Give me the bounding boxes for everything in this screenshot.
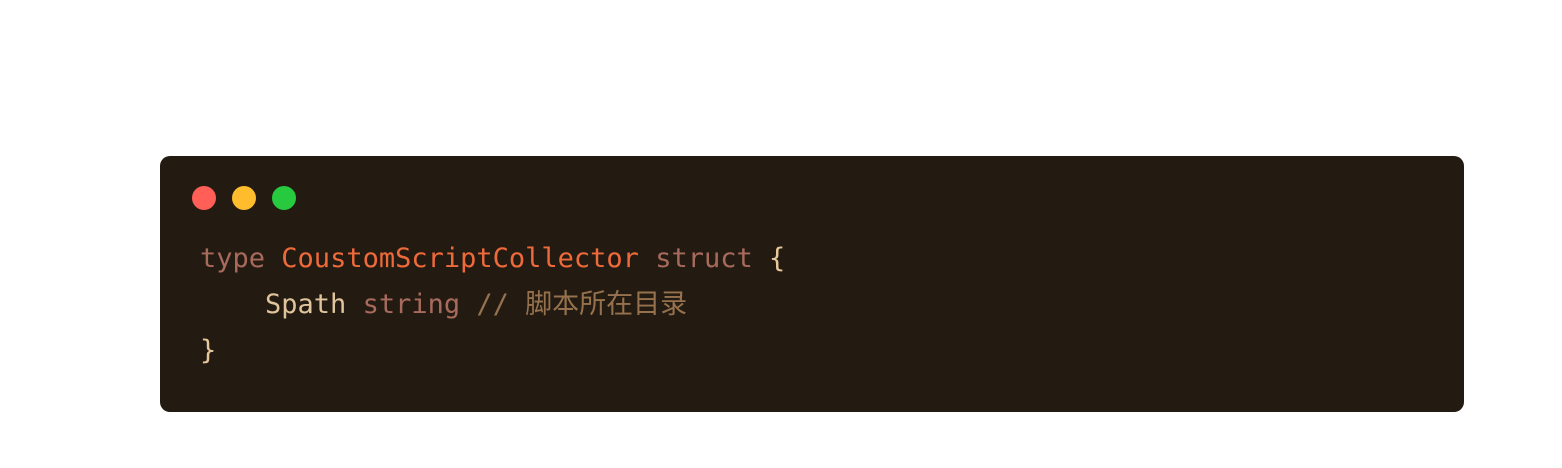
close-dot-icon xyxy=(192,186,216,210)
code-line-2: Spath string // 脚本所在目录 xyxy=(200,282,785,328)
code-window: type CoustomScriptCollector struct { Spa… xyxy=(160,156,1464,412)
close-brace: } xyxy=(200,335,217,366)
code-line-3: } xyxy=(200,328,785,374)
field-name: Spath xyxy=(265,289,347,320)
field-comment: // 脚本所在目录 xyxy=(476,289,688,320)
struct-name: CoustomScriptCollector xyxy=(281,243,639,274)
minimize-dot-icon xyxy=(232,186,256,210)
code-block: type CoustomScriptCollector struct { Spa… xyxy=(200,236,785,374)
code-line-1: type CoustomScriptCollector struct { xyxy=(200,236,785,282)
keyword-struct: struct xyxy=(655,243,753,274)
keyword-type: type xyxy=(200,243,266,274)
field-type: string xyxy=(362,289,461,320)
open-brace: { xyxy=(769,243,786,274)
maximize-dot-icon xyxy=(272,186,296,210)
